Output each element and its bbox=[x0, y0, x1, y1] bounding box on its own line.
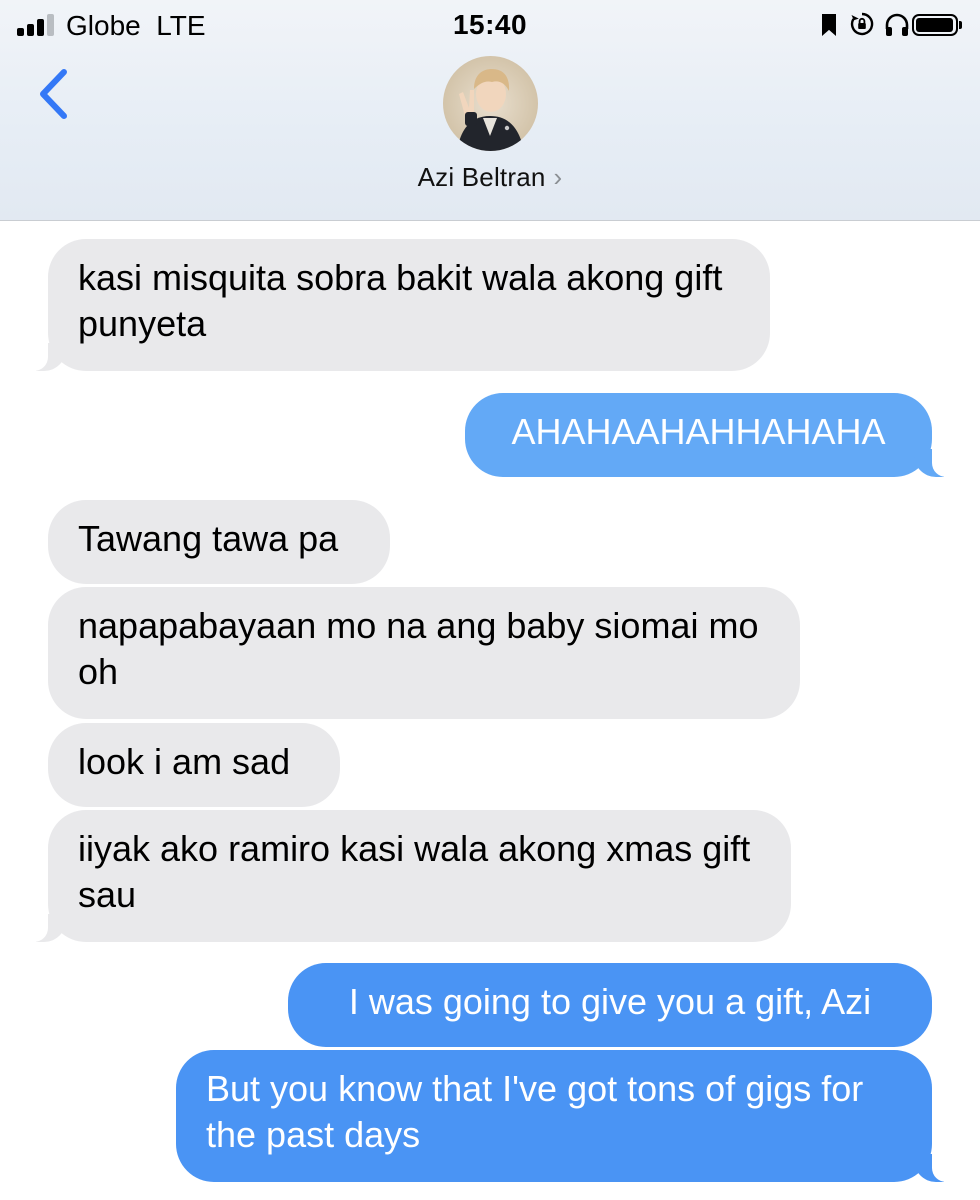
back-button[interactable] bbox=[30, 64, 80, 124]
message-text: Tawang tawa pa bbox=[78, 518, 339, 559]
message-bubble-outgoing[interactable]: AHAHAAHAHHAHAHA bbox=[465, 393, 954, 477]
message-text: I was going to give you a gift, Azi bbox=[348, 981, 872, 1022]
rotation-lock-icon bbox=[850, 12, 874, 36]
message-bubble-incoming[interactable]: kasi misquita sobra bakit wala akong gif… bbox=[26, 239, 770, 371]
message-bubble-outgoing[interactable]: But you know that I've got tons of gigs … bbox=[176, 1050, 954, 1182]
chevron-right-icon: › bbox=[553, 162, 563, 192]
message-bubble-incoming[interactable]: Tawang tawa pa bbox=[48, 500, 390, 584]
message-text: AHAHAAHAHHAHAHA bbox=[511, 411, 886, 452]
message-text: But you know that I've got tons of gigs … bbox=[206, 1068, 864, 1155]
message-bubble-outgoing[interactable]: I was going to give you a gift, Azi bbox=[288, 963, 932, 1047]
status-bar: Globe LTE 15:40 bbox=[0, 0, 980, 52]
headphones-icon bbox=[885, 13, 909, 36]
message-bubble-incoming[interactable]: iiyak ako ramiro kasi wala akong xmas gi… bbox=[26, 810, 791, 942]
contact-name-button[interactable]: Azi Beltran › bbox=[0, 162, 980, 193]
contact-name: Azi Beltran bbox=[417, 162, 546, 192]
avatar-photo bbox=[457, 69, 524, 151]
battery-icon bbox=[912, 14, 962, 36]
message-bubble-incoming[interactable]: look i am sad bbox=[48, 723, 340, 807]
chevron-left-icon bbox=[40, 69, 67, 119]
message-text: napapabayaan mo na ang baby siomai mo oh bbox=[78, 605, 759, 692]
avatar[interactable] bbox=[443, 56, 538, 151]
message-text: iiyak ako ramiro kasi wala akong xmas gi… bbox=[78, 828, 751, 915]
message-bubble-incoming[interactable]: napapabayaan mo na ang baby siomai mo oh bbox=[48, 587, 800, 719]
message-text: look i am sad bbox=[78, 741, 291, 782]
message-text: kasi misquita sobra bakit wala akong gif… bbox=[78, 257, 723, 344]
conversation-header: Globe LTE 15:40 Azi Beltran › bbox=[0, 0, 980, 221]
